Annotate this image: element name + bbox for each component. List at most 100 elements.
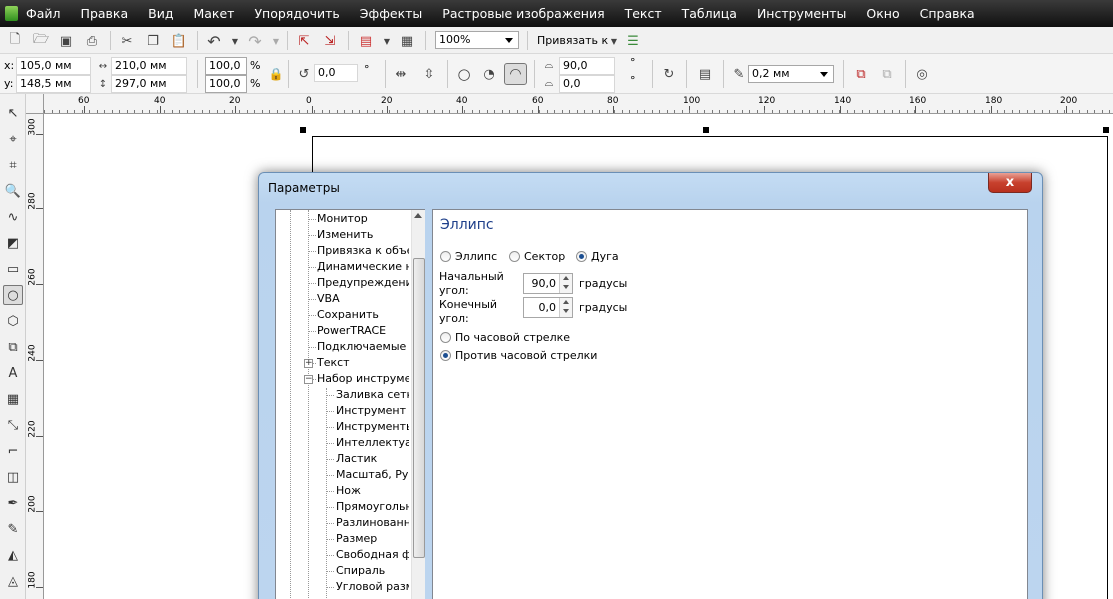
tree-item[interactable]: Интеллектуал bbox=[336, 436, 409, 450]
start-angle-field[interactable]: 90,0 bbox=[559, 57, 615, 75]
tree-item[interactable]: Предупреждения bbox=[317, 276, 409, 290]
vertical-ruler[interactable]: 300 280 260 240 220 200 180 bbox=[26, 114, 44, 599]
scroll-up-icon[interactable] bbox=[414, 213, 422, 218]
menu-help[interactable]: Справка bbox=[920, 6, 975, 21]
undo-dropdown-icon[interactable]: ▼ bbox=[227, 33, 243, 49]
shape-tool-icon[interactable]: ⌖ bbox=[4, 130, 22, 148]
freehand-tool-icon[interactable]: ∿ bbox=[4, 208, 22, 226]
launcher-dropdown-icon[interactable]: ▼ bbox=[379, 33, 395, 49]
tree-item[interactable]: Инструменты bbox=[336, 420, 409, 434]
direction-icon[interactable]: ↻ bbox=[661, 66, 677, 82]
menu-arrange[interactable]: Упорядочить bbox=[254, 6, 339, 21]
menu-effects[interactable]: Эффекты bbox=[360, 6, 423, 21]
tree-item[interactable]: Текст bbox=[317, 356, 409, 370]
tree-item[interactable]: Разлинованна bbox=[336, 516, 409, 530]
arc-mode-icon[interactable]: ◠ bbox=[504, 63, 527, 85]
scale-x-field[interactable]: 100,0 bbox=[205, 57, 247, 75]
polygon-tool-icon[interactable]: ⬡ bbox=[4, 312, 22, 330]
connector-tool-icon[interactable]: ⌐ bbox=[4, 442, 22, 460]
x-position-field[interactable]: 105,0 мм bbox=[16, 57, 91, 75]
convert-to-curves-icon[interactable]: ◎ bbox=[914, 66, 930, 82]
tree-item[interactable]: Инструмент со bbox=[336, 404, 409, 418]
menu-view[interactable]: Вид bbox=[148, 6, 173, 21]
basic-shapes-icon[interactable]: ⧉ bbox=[4, 338, 22, 356]
radio-sector[interactable] bbox=[509, 251, 520, 262]
eyedropper-tool-icon[interactable]: ✒ bbox=[4, 494, 22, 512]
tree-item[interactable]: VBA bbox=[317, 292, 409, 306]
tree-item[interactable]: Набор инструмент bbox=[317, 372, 409, 386]
tree-item[interactable]: Угловой разме bbox=[336, 580, 409, 594]
zoom-tool-icon[interactable]: 🔍 bbox=[4, 182, 22, 200]
pie-mode-icon[interactable]: ◔ bbox=[481, 66, 497, 82]
application-launcher-icon[interactable]: ▤ bbox=[358, 33, 374, 49]
radio-ellipse[interactable] bbox=[440, 251, 451, 262]
tree-item[interactable]: Динамические нап bbox=[317, 260, 409, 274]
outline-tool-icon[interactable]: ✎ bbox=[4, 520, 22, 538]
snap-to-dropdown[interactable]: Привязать к bbox=[537, 34, 608, 47]
tree-item[interactable]: PowerTRACE bbox=[317, 324, 409, 338]
radio-ellipse-label[interactable]: Эллипс bbox=[455, 250, 497, 263]
pick-tool-icon[interactable]: ↖ bbox=[4, 104, 22, 122]
new-document-icon[interactable]: 🗋 bbox=[7, 32, 23, 49]
selection-handle[interactable] bbox=[1103, 127, 1109, 133]
tree-toggle-icon[interactable]: − bbox=[304, 375, 313, 384]
smart-fill-icon[interactable]: ◩ bbox=[4, 234, 22, 252]
menu-table[interactable]: Таблица bbox=[682, 6, 737, 21]
table-tool-icon[interactable]: ▦ bbox=[4, 390, 22, 408]
radio-counterclockwise[interactable] bbox=[440, 350, 451, 361]
horizontal-ruler[interactable]: 60 40 20 0 20 40 60 80 100 120 140 160 180 200 bbox=[44, 94, 1113, 114]
tree-item[interactable]: Свободная фо bbox=[336, 548, 409, 562]
wrap-text-icon[interactable]: ▤ bbox=[697, 66, 713, 82]
close-button[interactable]: x bbox=[988, 173, 1032, 193]
tree-item[interactable]: Размер bbox=[336, 532, 409, 546]
tree-item[interactable]: Сохранить bbox=[317, 308, 409, 322]
end-angle-input[interactable]: 0,0 bbox=[523, 297, 573, 318]
tree-item[interactable]: Заливка сетк bbox=[336, 388, 409, 402]
import-icon[interactable]: ⇱ bbox=[296, 33, 312, 49]
save-icon[interactable]: ▣ bbox=[58, 33, 74, 49]
height-field[interactable]: 297,0 мм bbox=[111, 75, 187, 93]
width-field[interactable]: 210,0 мм bbox=[111, 57, 187, 75]
menu-text[interactable]: Текст bbox=[625, 6, 662, 21]
selection-handle[interactable] bbox=[300, 127, 306, 133]
lock-ratio-icon[interactable]: 🔒 bbox=[268, 66, 284, 82]
start-angle-spinner[interactable] bbox=[559, 274, 572, 293]
snap-dropdown-icon[interactable]: ▼ bbox=[606, 33, 622, 49]
mirror-vertical-icon[interactable]: ⇳ bbox=[421, 66, 437, 82]
blend-tool-icon[interactable]: ◫ bbox=[4, 468, 22, 486]
mirror-horizontal-icon[interactable]: ⇹ bbox=[393, 66, 409, 82]
tree-item[interactable]: Подключаемые мо bbox=[317, 340, 409, 354]
menu-tools[interactable]: Инструменты bbox=[757, 6, 846, 21]
welcome-screen-icon[interactable]: ▦ bbox=[399, 33, 415, 49]
interactive-fill-icon[interactable]: ◬ bbox=[4, 572, 22, 590]
radio-counterclockwise-label[interactable]: Против часовой стрелки bbox=[455, 349, 597, 362]
to-back-icon[interactable]: ⧉ bbox=[879, 66, 895, 82]
end-angle-spinner[interactable] bbox=[559, 298, 572, 317]
tree-item[interactable]: Монитор bbox=[317, 212, 409, 226]
ellipse-mode-icon[interactable]: ○ bbox=[456, 65, 472, 83]
radio-clockwise[interactable] bbox=[440, 332, 451, 343]
menu-file[interactable]: Файл bbox=[26, 6, 61, 21]
radio-arc-label[interactable]: Дуга bbox=[591, 250, 619, 263]
options-icon[interactable]: ☰ bbox=[625, 33, 641, 49]
end-angle-field[interactable]: 0,0 bbox=[559, 75, 615, 93]
export-icon[interactable]: ⇲ bbox=[322, 33, 338, 49]
tree-item[interactable]: Привязка к объек bbox=[317, 244, 409, 258]
redo-dropdown-icon[interactable]: ▼ bbox=[268, 33, 284, 49]
ellipse-tool-icon[interactable]: ○ bbox=[3, 285, 23, 305]
tree-item[interactable]: Изменить bbox=[317, 228, 409, 242]
radio-arc[interactable] bbox=[576, 251, 587, 262]
open-folder-icon[interactable]: 🗁 bbox=[33, 32, 49, 49]
selection-handle[interactable] bbox=[703, 127, 709, 133]
copy-icon[interactable]: ❐ bbox=[145, 33, 161, 49]
cut-icon[interactable]: ✂ bbox=[119, 33, 135, 49]
tree-scrollbar[interactable] bbox=[411, 210, 425, 599]
outline-width-select[interactable]: 0,2 мм bbox=[748, 65, 834, 83]
ruler-corner[interactable] bbox=[26, 94, 44, 114]
radio-clockwise-label[interactable]: По часовой стрелке bbox=[455, 331, 570, 344]
print-icon[interactable]: ⎙ bbox=[84, 33, 100, 49]
menu-bitmaps[interactable]: Растровые изображения bbox=[442, 6, 604, 21]
menu-window[interactable]: Окно bbox=[866, 6, 899, 21]
tree-item[interactable]: Масштаб, Рук bbox=[336, 468, 409, 482]
rectangle-tool-icon[interactable]: ▭ bbox=[4, 260, 22, 278]
